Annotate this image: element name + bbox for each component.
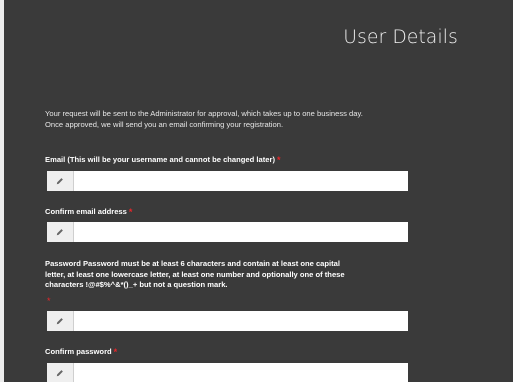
pencil-icon — [47, 363, 74, 382]
intro-text: Your request will be sent to the Adminis… — [45, 108, 475, 130]
email-label: Email (This will be your username and ca… — [45, 155, 281, 166]
confirm-password-field-group — [47, 363, 408, 382]
confirm-password-field[interactable] — [74, 363, 408, 382]
intro-line-1: Your request will be sent to the Adminis… — [45, 109, 363, 118]
confirm-password-label-text: Confirm password — [45, 347, 112, 356]
user-details-panel: User Details Your request will be sent t… — [0, 0, 513, 382]
pencil-icon — [47, 311, 74, 331]
email-label-text: Email (This will be your username and ca… — [45, 155, 275, 164]
confirm-email-label-text: Confirm email address — [45, 207, 127, 216]
password-field[interactable] — [74, 311, 408, 331]
confirm-email-field[interactable] — [74, 222, 408, 242]
page-title: User Details — [343, 27, 458, 48]
email-field[interactable] — [74, 171, 408, 191]
intro-line-2: Once approved, we will send you an email… — [45, 120, 284, 129]
password-label-line-2: letter, at least one lowercase letter, a… — [45, 269, 345, 279]
confirm-password-required-mark: * — [113, 347, 118, 357]
password-label-line-1: Password Password must be at least 6 cha… — [45, 259, 340, 268]
confirm-password-label: Confirm password * — [45, 347, 117, 358]
pencil-icon — [47, 171, 74, 191]
confirm-email-label: Confirm email address * — [45, 207, 132, 218]
email-field-group — [47, 171, 408, 191]
password-field-group — [47, 311, 408, 331]
pencil-icon — [47, 222, 74, 242]
password-label: Password Password must be at least 6 cha… — [45, 259, 405, 291]
email-required-mark: * — [276, 155, 281, 165]
confirm-email-required-mark: * — [128, 207, 133, 217]
password-required-mark: * — [47, 296, 51, 306]
password-label-line-3: characters !@#$%^&*()_+ but not a questi… — [45, 280, 228, 289]
confirm-email-field-group — [47, 222, 408, 242]
